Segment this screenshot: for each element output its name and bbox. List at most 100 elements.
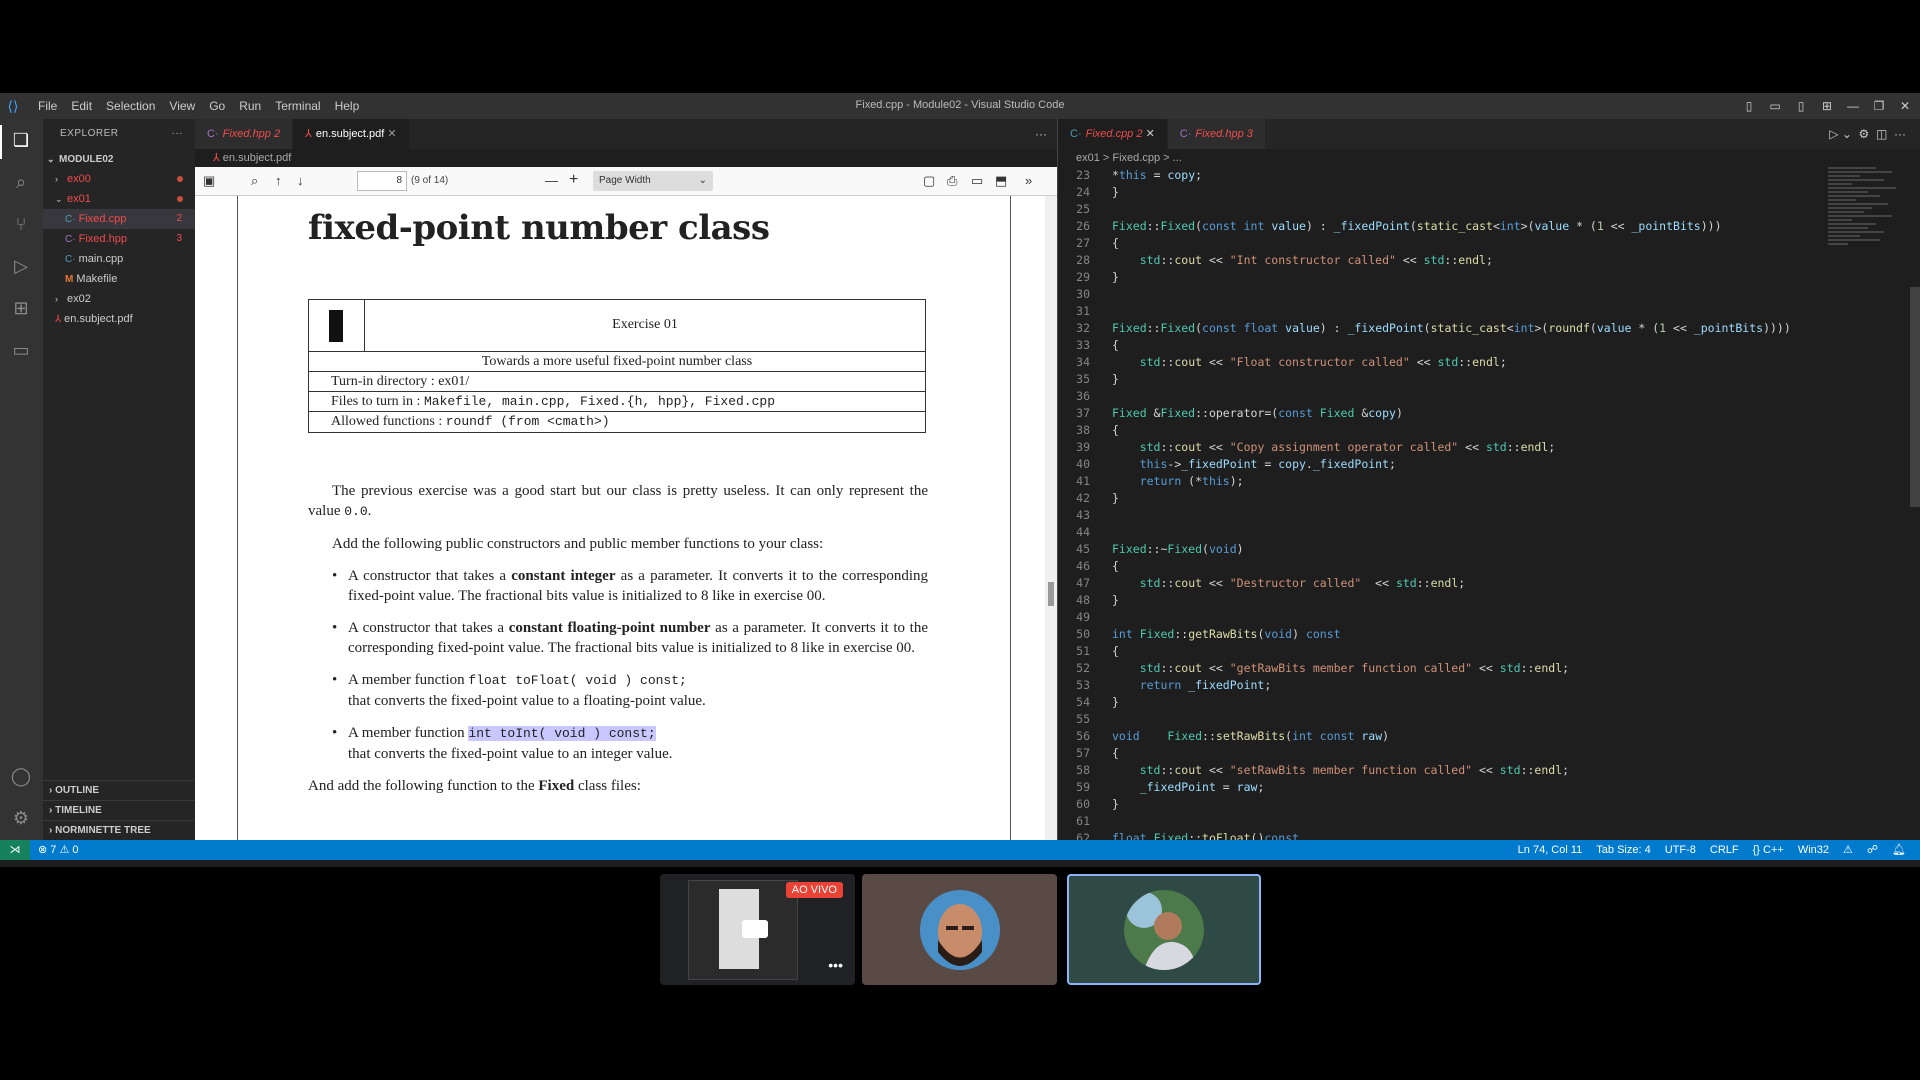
file-makefile[interactable]: M Makefile (43, 269, 195, 289)
breadcrumb-item[interactable]: en.subject.pdf (223, 152, 292, 164)
code-line[interactable]: 57 { (1058, 745, 1818, 762)
code-line[interactable]: 48} (1058, 592, 1818, 609)
code-line[interactable]: 27 { (1058, 235, 1818, 252)
code-line[interactable]: 59 _fixedPoint = raw; (1058, 779, 1818, 796)
previous-page-icon[interactable]: ↑ (275, 173, 282, 188)
run-debug-icon[interactable]: ▷ (8, 253, 34, 279)
code-line[interactable]: 53 return _fixedPoint; (1058, 677, 1818, 694)
run-icon[interactable]: ▷ (1829, 127, 1838, 141)
code-line[interactable]: 32 Fixed::Fixed(const float value) : _fix… (1058, 320, 1818, 337)
menu-selection[interactable]: Selection (106, 99, 155, 113)
zoom-in-icon[interactable]: + (569, 171, 578, 189)
code-line[interactable]: 49 (1058, 609, 1818, 626)
presentation-mode-icon[interactable]: ▢ (923, 173, 935, 189)
restore-icon[interactable]: ❐ (1872, 99, 1886, 113)
code-line[interactable]: 61 (1058, 813, 1818, 830)
code-line[interactable]: 37 Fixed &Fixed::operator=(const Fixed &c… (1058, 405, 1818, 422)
split-editor-icon[interactable]: ◫ (1876, 127, 1887, 141)
file-fixed-cpp[interactable]: C· Fixed.cpp 2 (43, 209, 195, 229)
menu-help[interactable]: Help (335, 99, 360, 113)
code-line[interactable]: 45 Fixed::~Fixed(void) (1058, 541, 1818, 558)
code-line[interactable]: 41 return (*this); (1058, 473, 1818, 490)
code-line[interactable]: 42} (1058, 490, 1818, 507)
section-timeline[interactable]: › TIMELINE (43, 800, 195, 820)
code-line[interactable]: 34 std::cout << "Float constructor calle… (1058, 354, 1818, 371)
folder-ex01[interactable]: ⌄ ex01 (43, 189, 195, 209)
section-norminette-tree[interactable]: › NORMINETTE TREE (43, 820, 195, 840)
scrollbar-thumb[interactable] (1048, 582, 1054, 606)
minimize-icon[interactable]: — (1846, 99, 1860, 113)
code-line[interactable]: 51 { (1058, 643, 1818, 660)
scrollbar-thumb[interactable] (1910, 287, 1920, 507)
code-line[interactable]: 47 std::cout << "Destructor called" << s… (1058, 575, 1818, 592)
close-tab-icon[interactable]: ✕ (387, 128, 396, 140)
tab-fixed-hpp[interactable]: C· Fixed.hpp 2 (195, 119, 294, 149)
page-number-input[interactable]: 8 (357, 171, 407, 191)
code-line[interactable]: 60} (1058, 796, 1818, 813)
folder-root[interactable]: ⌄ MODULE02 (43, 149, 195, 169)
tab-en-subject-pdf[interactable]: ⅄ en.subject.pdf ✕ (293, 119, 410, 149)
code-line[interactable]: 25 (1058, 201, 1818, 218)
toggle-secondary-sidebar-icon[interactable]: ▯ (1794, 99, 1808, 113)
tab-fixed-cpp[interactable]: C· Fixed.cpp 2 ✕ (1058, 119, 1168, 149)
code-line[interactable]: 62 float Fixed::toFloat()const (1058, 830, 1818, 840)
cursor-position[interactable]: Ln 74, Col 11 (1518, 840, 1583, 860)
code-line[interactable]: 56 void Fixed::setRawBits(int const raw) (1058, 728, 1818, 745)
explorer-icon[interactable]: ❏ (8, 127, 34, 153)
folder-ex00[interactable]: › ex00 (43, 169, 195, 189)
toggle-sidebar-icon[interactable]: ▯ (1742, 99, 1756, 113)
code-line[interactable]: 39 std::cout << "Copy assignment operato… (1058, 439, 1818, 456)
code-line[interactable]: 29} (1058, 269, 1818, 286)
menu-run[interactable]: Run (239, 99, 261, 113)
code-area[interactable]: 23 *this = copy; 24} 25 26 Fixed::Fixed(const… (1058, 167, 1818, 840)
menu-terminal[interactable]: Terminal (275, 99, 320, 113)
more-actions-icon[interactable]: ··· (1894, 127, 1906, 141)
feedback-icon[interactable]: ☍ (1867, 840, 1878, 860)
encoding[interactable]: UTF-8 (1665, 840, 1696, 860)
language-mode[interactable]: {} C++ (1753, 840, 1784, 860)
remote-explorer-icon[interactable]: ▭ (8, 337, 34, 363)
pdf-viewer[interactable]: fixed-point number class Exercise 01 Tow… (195, 196, 1057, 840)
meet-tile-screen-share[interactable]: AO VIVO ••• (660, 874, 855, 985)
menu-go[interactable]: Go (209, 99, 225, 113)
code-line[interactable]: 23 *this = copy; (1058, 167, 1818, 184)
extensions-icon[interactable]: ⊞ (8, 295, 34, 321)
toggle-panel-icon[interactable]: ▭ (1768, 99, 1782, 113)
code-line[interactable]: 30 (1058, 286, 1818, 303)
file-fixed-hpp[interactable]: C· Fixed.hpp 3 (43, 229, 195, 249)
manage-gear-icon[interactable]: ⚙ (8, 805, 34, 831)
close-window-icon[interactable]: ✕ (1898, 99, 1912, 113)
pdf-scrollbar[interactable] (1045, 196, 1057, 840)
menu-file[interactable]: File (38, 99, 57, 113)
customize-layout-icon[interactable]: ⊞ (1820, 99, 1834, 113)
menu-view[interactable]: View (169, 99, 195, 113)
code-line[interactable]: 33 { (1058, 337, 1818, 354)
accounts-icon[interactable]: ◯ (8, 763, 34, 789)
code-line[interactable]: 36 (1058, 388, 1818, 405)
code-line[interactable]: 35} (1058, 371, 1818, 388)
breadcrumb[interactable]: ex01 > Fixed.cpp > ... (1058, 149, 1920, 167)
code-line[interactable]: 31 (1058, 303, 1818, 320)
code-line[interactable]: 26 Fixed::Fixed(const int value) : _fixed… (1058, 218, 1818, 235)
code-line[interactable]: 24} (1058, 184, 1818, 201)
zoom-out-icon[interactable]: — (545, 173, 558, 188)
code-line[interactable]: 50 int Fixed::getRawBits(void) const (1058, 626, 1818, 643)
code-line[interactable]: 44 (1058, 524, 1818, 541)
file-main-cpp[interactable]: C· main.cpp (43, 249, 195, 269)
code-line[interactable]: 55 (1058, 711, 1818, 728)
more-options-icon[interactable]: ••• (828, 957, 843, 973)
print-icon[interactable]: ⎙ (947, 173, 957, 189)
tab-fixed-hpp[interactable]: C· Fixed.hpp 3 (1167, 119, 1266, 149)
bookmark-icon[interactable]: ⬒ (995, 173, 1007, 189)
folder-ex02[interactable]: › ex02 (43, 289, 195, 309)
settings-gear-icon[interactable]: ⚙ (1859, 127, 1870, 141)
code-line[interactable]: 58 std::cout << "setRawBits member funct… (1058, 762, 1818, 779)
warning-icon[interactable]: ⚠ (1843, 840, 1853, 860)
more-actions-icon[interactable]: ··· (172, 119, 184, 149)
line-ending[interactable]: CRLF (1710, 840, 1739, 860)
editor-scrollbar[interactable] (1908, 167, 1920, 840)
tools-expand-icon[interactable]: » (1025, 173, 1032, 188)
close-tab-icon[interactable]: ✕ (1146, 128, 1155, 140)
platform[interactable]: Win32 (1798, 840, 1829, 860)
file-en-subject-pdf[interactable]: ⅄ en.subject.pdf (43, 309, 195, 329)
